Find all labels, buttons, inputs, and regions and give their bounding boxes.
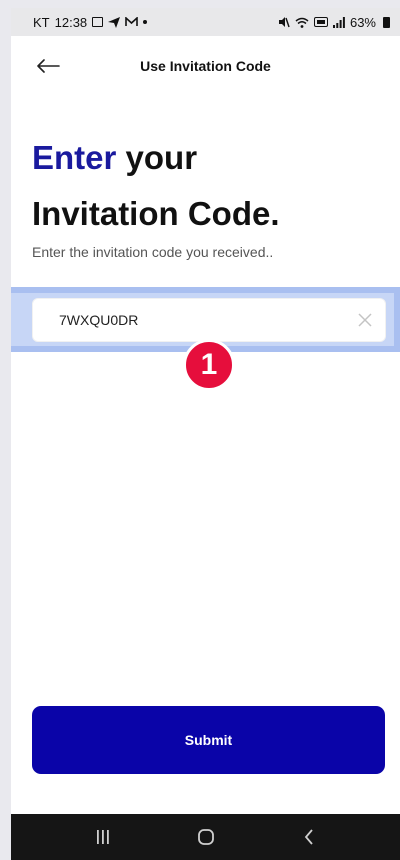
- recent-apps-button[interactable]: [83, 817, 123, 857]
- close-icon: [358, 313, 372, 327]
- send-icon: [108, 16, 121, 28]
- status-right: 63%: [278, 15, 390, 30]
- invitation-code-input[interactable]: [59, 312, 345, 328]
- carrier-label: KT: [33, 14, 50, 30]
- clear-button[interactable]: [345, 300, 385, 340]
- status-bar: KT 12:38 63%: [11, 8, 400, 36]
- time-label: 12:38: [54, 14, 88, 30]
- page-title: Use Invitation Code: [140, 58, 271, 74]
- recent-apps-icon: [96, 830, 109, 844]
- headline-accent: Enter: [32, 139, 117, 176]
- headline-rest: your: [116, 139, 198, 176]
- wifi-icon: [295, 17, 309, 28]
- submit-button[interactable]: Submit: [32, 706, 385, 774]
- headline: Enter your Invitation Code.: [32, 130, 280, 242]
- volte-icon: [313, 17, 328, 27]
- battery-icon: [383, 16, 390, 28]
- status-left: KT 12:38: [33, 14, 148, 30]
- invitation-code-field: [32, 298, 386, 342]
- battery-label: 63%: [349, 14, 376, 30]
- step-badge: 1: [183, 339, 235, 391]
- headline-line-2: Invitation Code.: [32, 195, 280, 232]
- navigation-bar: [11, 814, 400, 860]
- system-back-button[interactable]: [289, 817, 329, 857]
- chevron-left-icon: [304, 829, 313, 845]
- mute-icon: [278, 16, 290, 28]
- mail-icon: [125, 17, 138, 27]
- header: Use Invitation Code: [11, 48, 400, 84]
- signal-icon: [332, 16, 345, 28]
- subtitle: Enter the invitation code you received..: [32, 244, 274, 260]
- gallery-icon: [92, 17, 104, 27]
- notification-dot-icon: [143, 20, 148, 24]
- headline-line-1: Enter your: [32, 130, 280, 186]
- home-button[interactable]: [186, 817, 226, 857]
- home-icon: [197, 829, 214, 845]
- phone-screen: KT 12:38 63% Use Invitation Code Enter y…: [11, 8, 400, 860]
